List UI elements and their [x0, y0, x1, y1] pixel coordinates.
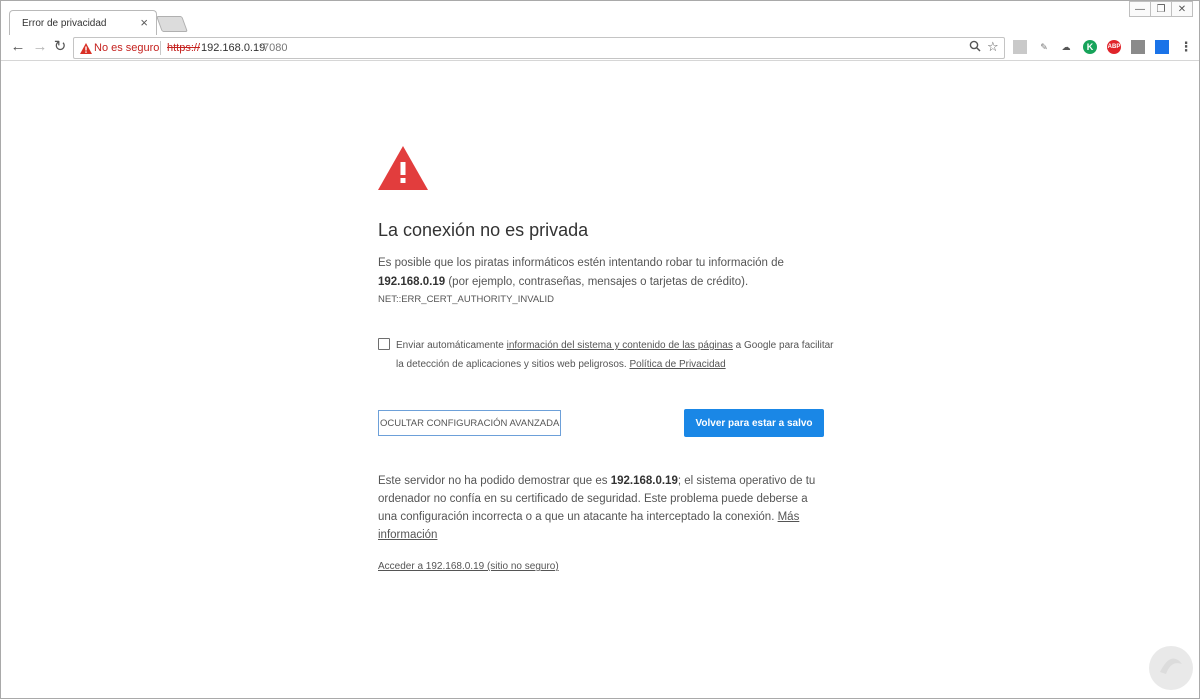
kaspersky-icon[interactable]: K [1083, 40, 1097, 54]
extension-3-icon[interactable]: ☁ [1059, 40, 1073, 54]
error-description-suffix: (por ejemplo, contraseñas, mensajes o ta… [445, 276, 749, 288]
error-description: Es posible que los piratas informáticos … [378, 254, 818, 292]
restore-button[interactable]: ❐ [1150, 1, 1172, 17]
detail-host: 192.168.0.19 [610, 475, 678, 487]
warning-icon [80, 43, 92, 54]
tab-title: Error de privacidad [22, 18, 107, 29]
url-scheme: https:// [167, 42, 201, 54]
toolbar: ← → ↻ No es seguro https:// 192.168.0.19… [1, 35, 1199, 61]
adblock-icon[interactable]: ABP [1107, 40, 1121, 54]
extension-6-icon[interactable] [1131, 40, 1145, 54]
tab-close-icon[interactable]: × [140, 16, 148, 29]
send-report-checkbox[interactable] [378, 338, 390, 350]
browser-window: Error de privacidad × — ❐ ✕ ← → ↻ No es … [0, 0, 1200, 699]
page-content: La conexión no es privada Es posible que… [1, 62, 1199, 698]
back-to-safety-button[interactable]: Volver para estar a salvo [684, 409, 824, 437]
hide-advanced-button[interactable]: OCULTAR CONFIGURACIÓN AVANZADA [378, 410, 562, 436]
privacy-policy-link[interactable]: Política de Privacidad [629, 359, 725, 370]
menu-icon[interactable]: ⋮ [1179, 39, 1193, 54]
tab-active[interactable]: Error de privacidad × [9, 10, 157, 36]
watermark-logo [1149, 646, 1193, 690]
error-code: NET::ERR_CERT_AUTHORITY_INVALID [378, 294, 554, 305]
system-info-link[interactable]: información del sistema y contenido de l… [507, 340, 733, 351]
proceed-unsafe-link[interactable]: Acceder a 192.168.0.19 (sitio no seguro) [378, 561, 559, 572]
extension-1-icon[interactable] [1013, 40, 1027, 54]
extension-7-icon[interactable] [1155, 40, 1169, 54]
minimize-button[interactable]: — [1129, 1, 1151, 17]
checkbox-text-prefix: Enviar automáticamente [396, 340, 507, 351]
page-title: La conexión no es privada [378, 220, 589, 240]
error-host: 192.168.0.19 [378, 276, 446, 288]
window-close-button[interactable]: ✕ [1171, 1, 1193, 17]
back-button[interactable]: ← [9, 38, 27, 56]
error-description-prefix: Es posible que los piratas informáticos … [378, 257, 784, 269]
reload-button[interactable]: ↻ [51, 38, 69, 56]
omnibox-separator [160, 41, 161, 55]
search-icon[interactable] [969, 40, 981, 55]
bookmark-star-icon[interactable]: ☆ [987, 39, 999, 55]
advanced-details: Este servidor no ha podido demostrar que… [378, 472, 828, 544]
address-bar[interactable]: No es seguro https:// 192.168.0.19 :7080… [73, 37, 1005, 59]
url-host: 192.168.0.19 [201, 42, 266, 54]
title-bar: Error de privacidad × — ❐ ✕ [1, 1, 1199, 36]
warning-triangle-icon [378, 146, 428, 190]
window-controls: — ❐ ✕ [1129, 1, 1193, 17]
forward-button[interactable]: → [31, 38, 49, 56]
security-indicator[interactable]: No es seguro [94, 42, 159, 54]
extension-2-icon[interactable]: ✎ [1037, 40, 1051, 54]
detail-prefix: Este servidor no ha podido demostrar que… [378, 475, 611, 487]
new-tab-button[interactable] [156, 16, 188, 32]
send-report-label: Enviar automáticamente información del s… [396, 336, 836, 374]
url-port: :7080 [260, 42, 288, 54]
